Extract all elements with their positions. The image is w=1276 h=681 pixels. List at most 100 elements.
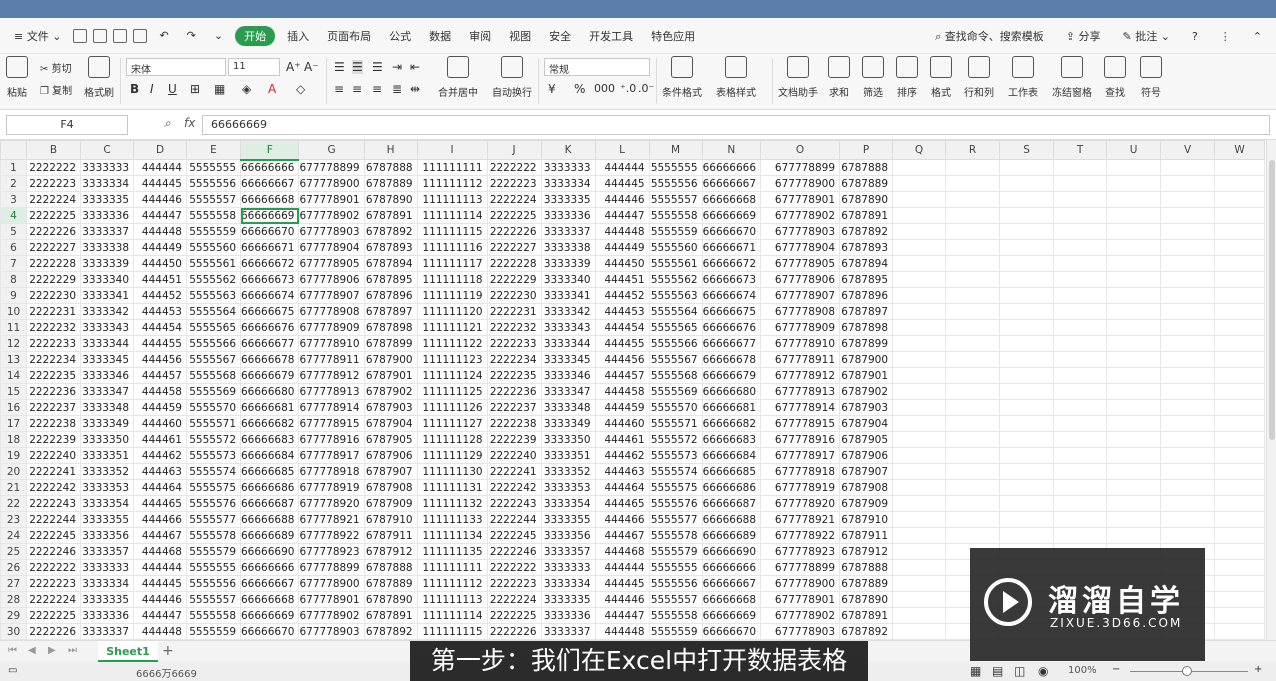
cell[interactable]: 677778916 xyxy=(298,431,365,448)
cell[interactable]: 2222241 xyxy=(26,463,81,480)
row-header[interactable]: 7 xyxy=(0,255,27,272)
cell[interactable]: 5555559 xyxy=(648,223,703,240)
cell[interactable]: 444464 xyxy=(594,479,650,496)
cell[interactable]: 6787892 xyxy=(839,623,894,640)
cell[interactable]: 2222238 xyxy=(486,415,542,432)
cell[interactable]: 5555555 xyxy=(186,159,241,176)
row-header[interactable]: 29 xyxy=(0,607,27,624)
row-header[interactable]: 1 xyxy=(0,159,27,176)
cell[interactable]: 677778901 xyxy=(298,591,365,608)
cell[interactable]: 3333337 xyxy=(80,223,134,240)
cell[interactable]: 2222239 xyxy=(26,431,81,448)
cell[interactable]: 3333354 xyxy=(80,495,134,512)
cell[interactable] xyxy=(1160,319,1216,336)
file-menu[interactable]: ≡ 文件 ⌄ xyxy=(8,26,67,46)
cell[interactable]: 111111120 xyxy=(416,303,488,320)
cell[interactable]: 677778911 xyxy=(298,351,365,368)
cell[interactable] xyxy=(945,159,1001,176)
cell[interactable]: 677778921 xyxy=(298,511,365,528)
cell[interactable] xyxy=(1106,431,1162,448)
column-header[interactable]: J xyxy=(486,140,542,160)
cell[interactable]: 6787894 xyxy=(839,255,894,272)
cell[interactable]: 677778920 xyxy=(760,495,841,512)
cell[interactable]: 6787896 xyxy=(363,287,418,304)
cell[interactable]: 6787895 xyxy=(839,271,894,288)
underline-icon[interactable]: U xyxy=(168,82,177,96)
sum-button[interactable]: 求和 xyxy=(828,56,850,99)
cell[interactable]: 444447 xyxy=(133,207,187,224)
table-style-button[interactable]: 表格样式 xyxy=(716,56,756,99)
cell[interactable]: 3333335 xyxy=(80,191,134,208)
first-sheet-icon[interactable]: ⏮ xyxy=(8,645,17,656)
filter-button[interactable]: 筛选 xyxy=(862,56,884,99)
cell[interactable] xyxy=(1214,431,1266,448)
cell[interactable]: 677778914 xyxy=(298,399,365,416)
cell[interactable]: 677778918 xyxy=(760,463,841,480)
cell[interactable]: 677778902 xyxy=(760,207,841,224)
cell[interactable]: 6787896 xyxy=(839,287,894,304)
cell[interactable]: 66666670 xyxy=(701,223,762,240)
cell[interactable]: 66666666 xyxy=(239,159,300,176)
cell[interactable]: 2222226 xyxy=(26,623,81,640)
zoom-in-icon[interactable]: + xyxy=(1254,664,1262,675)
cell[interactable]: 3333346 xyxy=(80,367,134,384)
cell[interactable] xyxy=(1214,447,1266,464)
cell[interactable]: 111111127 xyxy=(416,415,488,432)
cell[interactable]: 2222223 xyxy=(486,575,542,592)
increase-decimal-icon[interactable]: ⁺.0 xyxy=(620,82,636,95)
cell[interactable]: 444444 xyxy=(594,159,650,176)
cell[interactable] xyxy=(1214,511,1266,528)
command-search[interactable]: ⌕ 查找命令、搜索模板 xyxy=(929,26,1050,46)
cell[interactable] xyxy=(1053,511,1108,528)
font-name-select[interactable]: 宋体 xyxy=(126,58,226,76)
cell[interactable] xyxy=(999,367,1055,384)
cell[interactable] xyxy=(1106,319,1162,336)
cell[interactable]: 2222236 xyxy=(26,383,81,400)
redo-icon[interactable]: ↷ xyxy=(181,27,202,44)
cell[interactable]: 2222229 xyxy=(26,271,81,288)
cell[interactable]: 677778904 xyxy=(298,239,365,256)
cell[interactable]: 444444 xyxy=(133,159,187,176)
worksheet-button[interactable]: 工作表 xyxy=(1008,56,1038,99)
cell[interactable]: 2222237 xyxy=(486,399,542,416)
cell[interactable]: 111111118 xyxy=(416,271,488,288)
row-header[interactable]: 6 xyxy=(0,239,27,256)
cell[interactable]: 66666677 xyxy=(239,335,300,352)
cell[interactable]: 5555568 xyxy=(648,367,703,384)
cell[interactable]: 677778913 xyxy=(298,383,365,400)
cell[interactable]: 2222222 xyxy=(26,159,81,176)
cell[interactable]: 677778908 xyxy=(298,303,365,320)
cell[interactable]: 444465 xyxy=(133,495,187,512)
cell[interactable] xyxy=(1053,463,1108,480)
cell[interactable] xyxy=(1160,431,1216,448)
cell[interactable] xyxy=(892,367,947,384)
cell[interactable]: 6787891 xyxy=(839,607,894,624)
cell[interactable]: 444448 xyxy=(594,223,650,240)
cell[interactable] xyxy=(892,319,947,336)
cell[interactable]: 6787892 xyxy=(363,223,418,240)
cell[interactable]: 677778917 xyxy=(760,447,841,464)
cell[interactable]: 66666667 xyxy=(239,175,300,192)
cell[interactable] xyxy=(1106,463,1162,480)
cell[interactable]: 66666668 xyxy=(239,591,300,608)
cell[interactable]: 3333344 xyxy=(80,335,134,352)
cell[interactable] xyxy=(892,623,947,640)
cell[interactable]: 677778902 xyxy=(298,607,365,624)
cell[interactable]: 66666677 xyxy=(701,335,762,352)
cell[interactable] xyxy=(1106,191,1162,208)
cell[interactable] xyxy=(1106,367,1162,384)
cell[interactable]: 444444 xyxy=(594,559,650,576)
cell[interactable]: 111111112 xyxy=(416,575,488,592)
cell[interactable]: 677778906 xyxy=(298,271,365,288)
cell[interactable]: 6787907 xyxy=(839,463,894,480)
cell[interactable]: 66666675 xyxy=(239,303,300,320)
cell[interactable]: 3333357 xyxy=(80,543,134,560)
cell[interactable]: 66666678 xyxy=(701,351,762,368)
cell[interactable]: 2222226 xyxy=(486,623,542,640)
cell[interactable]: 66666674 xyxy=(239,287,300,304)
scroll-thumb[interactable] xyxy=(1269,160,1275,440)
cell[interactable] xyxy=(945,367,1001,384)
cell[interactable]: 444451 xyxy=(133,271,187,288)
cell[interactable]: 677778900 xyxy=(298,175,365,192)
cell[interactable]: 111111123 xyxy=(416,351,488,368)
